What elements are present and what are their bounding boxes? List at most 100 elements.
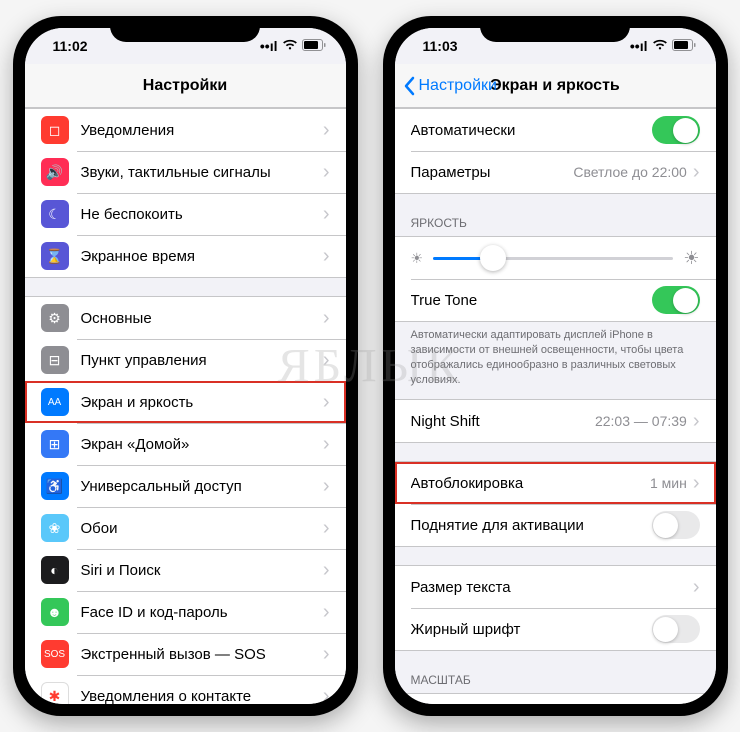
- row-icon: ⌛: [41, 242, 69, 270]
- brightness-slider[interactable]: [433, 257, 673, 260]
- true-tone-footer: Автоматически адаптировать дисплей iPhon…: [395, 322, 716, 391]
- signal-icon: ••ıl: [630, 38, 648, 54]
- row-label: Поднятие для активации: [411, 517, 652, 534]
- automatic-row[interactable]: Автоматически: [395, 109, 716, 151]
- row-label: Основные: [81, 310, 323, 327]
- row-label: Не беспокоить: [81, 206, 323, 223]
- row-label: Night Shift: [411, 413, 595, 430]
- row-icon: AA: [41, 388, 69, 416]
- true-tone-row[interactable]: True Tone: [395, 279, 716, 321]
- chevron-right-icon: ›: [693, 162, 700, 182]
- night-shift-row[interactable]: Night Shift 22:03 — 07:39 ›: [395, 400, 716, 442]
- settings-row[interactable]: ◻ Уведомления›: [25, 109, 346, 151]
- row-icon: ◻: [41, 116, 69, 144]
- chevron-right-icon: ›: [323, 602, 330, 622]
- sun-large-icon: ☀︎: [683, 248, 699, 269]
- settings-row[interactable]: ☾ Не беспокоить›: [25, 193, 346, 235]
- notch: [480, 16, 630, 42]
- row-icon: ⊟: [41, 346, 69, 374]
- row-icon: SOS: [41, 640, 69, 668]
- chevron-right-icon: ›: [323, 204, 330, 224]
- chevron-right-icon: ›: [323, 246, 330, 266]
- chevron-right-icon: ›: [323, 392, 330, 412]
- status-time: 11:03: [423, 38, 458, 54]
- row-icon: ◐: [41, 556, 69, 584]
- settings-row[interactable]: AA Экран и яркость›: [25, 381, 346, 423]
- row-label: Размер текста: [411, 579, 693, 596]
- scale-header: МАСШТАБ: [395, 669, 716, 693]
- notch: [110, 16, 260, 42]
- row-label: Siri и Поиск: [81, 562, 323, 579]
- row-label: Жирный шрифт: [411, 621, 652, 638]
- sun-small-icon: ☀︎: [411, 250, 424, 267]
- raise-to-wake-toggle[interactable]: [652, 511, 700, 539]
- chevron-right-icon: ›: [323, 476, 330, 496]
- nav-title: Настройки: [143, 77, 227, 95]
- chevron-right-icon: ›: [323, 560, 330, 580]
- row-icon: ☻: [41, 598, 69, 626]
- row-label: Параметры: [411, 164, 574, 181]
- chevron-right-icon: ›: [693, 577, 700, 597]
- nav-back-button[interactable]: Настройки: [403, 76, 497, 96]
- raise-to-wake-row[interactable]: Поднятие для активации: [395, 504, 716, 546]
- nav-bar: Настройки Экран и яркость: [395, 64, 716, 108]
- row-icon: ⊞: [41, 430, 69, 458]
- row-icon: ✱: [41, 682, 69, 704]
- brightness-slider-row[interactable]: ☀︎ ☀︎: [395, 237, 716, 279]
- slider-thumb[interactable]: [480, 245, 506, 271]
- nav-back-label: Настройки: [419, 77, 497, 95]
- row-detail: 22:03 — 07:39: [595, 413, 687, 429]
- wifi-icon: [282, 38, 298, 54]
- view-row[interactable]: Вид Стандартный ›: [395, 694, 716, 704]
- row-icon: ♿: [41, 472, 69, 500]
- parameters-row[interactable]: Параметры Светлое до 22:00 ›: [395, 151, 716, 193]
- home-indicator: [495, 706, 615, 710]
- signal-icon: ••ıl: [260, 38, 278, 54]
- settings-row[interactable]: ⊞ Экран «Домой»›: [25, 423, 346, 465]
- settings-row[interactable]: ◐ Siri и Поиск›: [25, 549, 346, 591]
- bold-text-row[interactable]: Жирный шрифт: [395, 608, 716, 650]
- screen-left: 11:02 ••ıl Настройки ◻Уведомления›🔊Звуки…: [25, 28, 346, 704]
- bold-text-toggle[interactable]: [652, 615, 700, 643]
- status-time: 11:02: [53, 38, 88, 54]
- wifi-icon: [652, 38, 668, 54]
- chevron-right-icon: ›: [323, 120, 330, 140]
- true-tone-toggle[interactable]: [652, 286, 700, 314]
- chevron-right-icon: ›: [323, 350, 330, 370]
- home-indicator: [125, 706, 245, 710]
- settings-row[interactable]: ⌛ Экранное время›: [25, 235, 346, 277]
- settings-row[interactable]: 🔊Звуки, тактильные сигналы›: [25, 151, 346, 193]
- chevron-right-icon: ›: [323, 518, 330, 538]
- row-label: Экран «Домой»: [81, 436, 323, 453]
- row-icon: ☾: [41, 200, 69, 228]
- screen-right: 11:03 ••ıl Настройки Экран и яркость: [395, 28, 716, 704]
- display-settings-list[interactable]: Автоматически Параметры Светлое до 22:00…: [395, 108, 716, 704]
- row-detail: 1 мин: [650, 475, 687, 491]
- chevron-right-icon: ›: [323, 162, 330, 182]
- row-label: Автоблокировка: [411, 475, 650, 492]
- settings-row[interactable]: ⚙Основные›: [25, 297, 346, 339]
- phone-frame-right: 11:03 ••ıl Настройки Экран и яркость: [383, 16, 728, 716]
- battery-icon: [302, 38, 326, 54]
- nav-title: Экран и яркость: [490, 77, 620, 95]
- auto-lock-row[interactable]: Автоблокировка 1 мин ›: [395, 462, 716, 504]
- row-label: Экранное время: [81, 248, 323, 265]
- row-label: Экран и яркость: [81, 394, 323, 411]
- settings-row[interactable]: ☻Face ID и код-пароль›: [25, 591, 346, 633]
- text-size-row[interactable]: Размер текста ›: [395, 566, 716, 608]
- nav-bar: Настройки: [25, 64, 346, 108]
- row-label: Автоматически: [411, 122, 652, 139]
- row-icon: 🔊: [41, 158, 69, 186]
- automatic-toggle[interactable]: [652, 116, 700, 144]
- row-label: Уведомления: [81, 122, 323, 139]
- phone-frame-left: 11:02 ••ıl Настройки ◻Уведомления›🔊Звуки…: [13, 16, 358, 716]
- settings-row[interactable]: SOSЭкстренный вызов — SOS›: [25, 633, 346, 675]
- row-label: True Tone: [411, 292, 652, 309]
- settings-row[interactable]: ♿Универсальный доступ›: [25, 465, 346, 507]
- settings-list[interactable]: ◻Уведомления›🔊Звуки, тактильные сигналы›…: [25, 108, 346, 704]
- chevron-right-icon: ›: [323, 434, 330, 454]
- settings-row[interactable]: ❀Обои›: [25, 507, 346, 549]
- settings-row[interactable]: ⊟Пункт управления›: [25, 339, 346, 381]
- settings-row[interactable]: ✱Уведомления о контакте›: [25, 675, 346, 704]
- chevron-right-icon: ›: [323, 686, 330, 704]
